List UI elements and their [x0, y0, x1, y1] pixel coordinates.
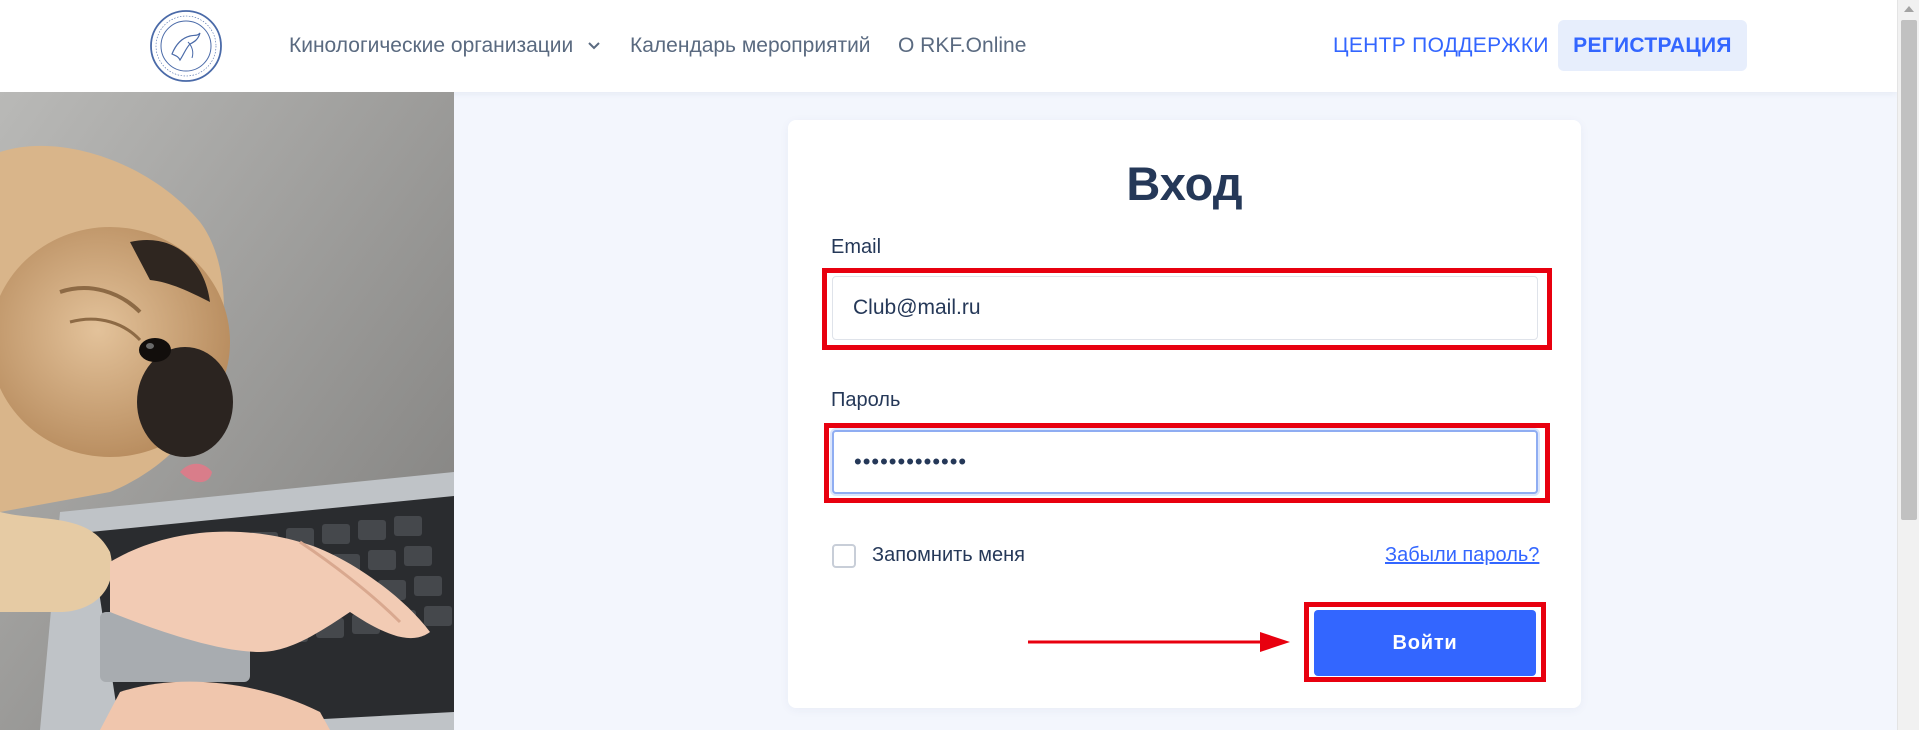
chevron-down-icon — [588, 42, 600, 50]
vertical-scrollbar[interactable] — [1897, 0, 1919, 730]
rkf-logo[interactable] — [148, 8, 224, 84]
login-button[interactable]: Войти — [1314, 610, 1536, 676]
nav-about[interactable]: О RKF.Online — [898, 34, 1026, 58]
top-header: Кинологические организации Календарь мер… — [0, 0, 1897, 92]
password-field[interactable]: ••••••••••••• — [832, 430, 1538, 494]
email-label: Email — [831, 236, 882, 258]
page-title: Вход — [1126, 157, 1243, 210]
login-card: Вход Email Club@mail.ru Пароль •••••••••… — [788, 120, 1581, 708]
forgot-password-link[interactable]: Забыли пароль? — [1385, 544, 1539, 567]
nav-kennel-organizations-label: Кинологические организации — [289, 34, 574, 57]
scroll-up-arrow-icon[interactable] — [1904, 6, 1914, 12]
scrollbar-thumb[interactable] — [1901, 20, 1917, 520]
pug-laptop-photo — [0, 92, 454, 730]
pug-laptop-illustration — [0, 92, 454, 730]
arrow-right-icon — [1028, 632, 1290, 652]
email-field[interactable]: Club@mail.ru — [832, 276, 1538, 340]
support-center-link[interactable]: ЦЕНТР ПОДДЕРЖКИ — [1333, 34, 1549, 58]
register-button[interactable]: РЕГИСТРАЦИЯ — [1558, 20, 1747, 71]
password-label: Пароль — [831, 389, 901, 411]
nav-events-calendar[interactable]: Календарь мероприятий — [630, 34, 871, 58]
remember-me-checkbox[interactable] — [832, 544, 856, 568]
nav-kennel-organizations[interactable]: Кинологические организации — [289, 34, 603, 58]
remember-me-label[interactable]: Запомнить меня — [872, 544, 1025, 567]
